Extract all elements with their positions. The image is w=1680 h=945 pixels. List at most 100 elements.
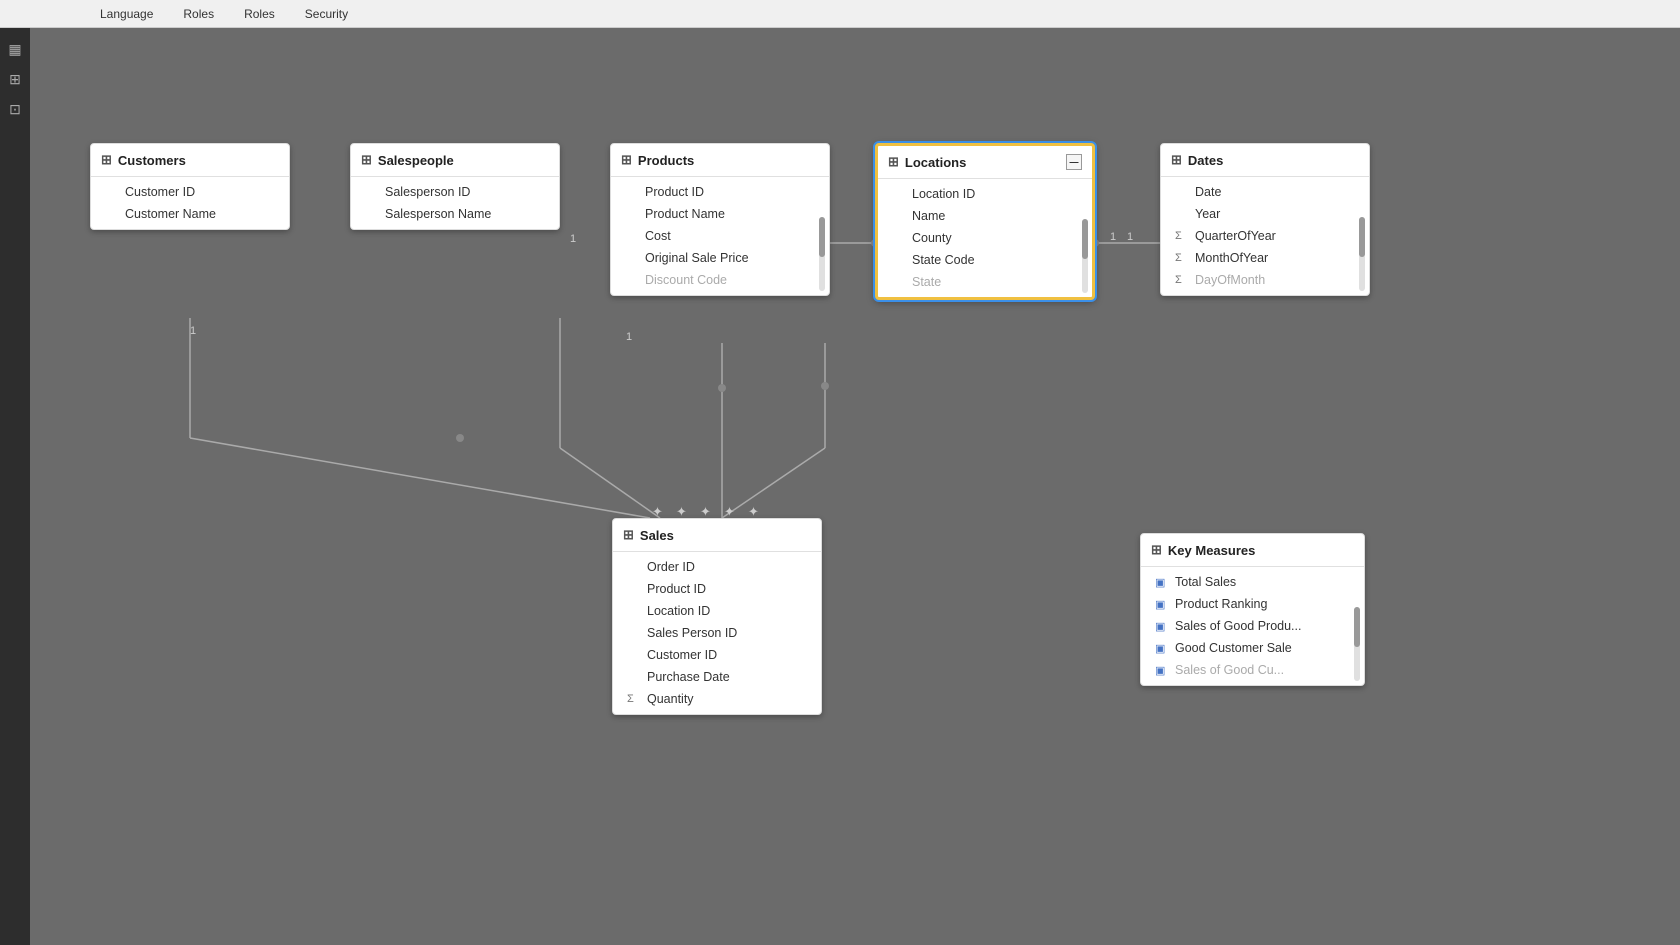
field-quarter-of-year[interactable]: Σ QuarterOfYear: [1161, 225, 1357, 247]
sales-icon: ⊞: [623, 527, 634, 543]
sidebar-icon-chart[interactable]: ▦: [4, 38, 26, 60]
svg-text:1: 1: [626, 331, 632, 343]
locations-icon: ⊞: [888, 154, 899, 170]
field-order-id[interactable]: Order ID: [613, 556, 821, 578]
table-sales[interactable]: ⊞ Sales Order ID Product ID Location ID …: [612, 518, 822, 715]
table-customers[interactable]: ⊞ Customers Customer ID Customer Name: [90, 143, 290, 230]
svg-text:1: 1: [570, 233, 576, 245]
customers-title: Customers: [118, 153, 186, 168]
sales-body: Order ID Product ID Location ID Sales Pe…: [613, 552, 821, 714]
products-icon: ⊞: [621, 152, 632, 168]
svg-text:1: 1: [1110, 231, 1116, 243]
day-icon: Σ: [1175, 274, 1189, 286]
field-sales-customer-id[interactable]: Customer ID: [613, 644, 821, 666]
products-scrollbar[interactable]: [819, 217, 825, 291]
salesperson-id-label: Salesperson ID: [385, 185, 470, 199]
field-month-of-year[interactable]: Σ MonthOfYear: [1161, 247, 1357, 269]
svg-text:1: 1: [1127, 231, 1133, 243]
table-key-measures[interactable]: ⊞ Key Measures ▣ Total Sales ▣ Product R…: [1140, 533, 1365, 686]
locations-body: Location ID Name County State Code State: [878, 179, 1092, 297]
field-sales-location-id[interactable]: Location ID: [613, 600, 821, 622]
top-bar-security[interactable]: Security: [305, 7, 348, 21]
sales-title: Sales: [640, 528, 674, 543]
dates-body: Date Year Σ QuarterOfYear Σ MonthOfYear …: [1161, 177, 1369, 295]
svg-text:✦: ✦: [676, 504, 687, 519]
top-bar-language[interactable]: Language: [100, 7, 153, 21]
key-measures-body: ▣ Total Sales ▣ Product Ranking ▣ Sales …: [1141, 567, 1364, 685]
salespeople-title: Salespeople: [378, 153, 454, 168]
key-measures-title: Key Measures: [1168, 543, 1255, 558]
month-icon: Σ: [1175, 252, 1189, 264]
dates-scrollbar[interactable]: [1359, 217, 1365, 291]
salespeople-body: Salesperson ID Salesperson Name: [351, 177, 559, 229]
salespeople-header: ⊞ Salespeople: [351, 144, 559, 177]
product-ranking-icon: ▣: [1155, 598, 1169, 611]
field-county[interactable]: County: [878, 227, 1080, 249]
field-state-code[interactable]: State Code: [878, 249, 1080, 271]
table-locations[interactable]: ⊞ Locations — Location ID Name County St…: [875, 143, 1095, 300]
sidebar-icon-model[interactable]: ⊡: [4, 98, 26, 120]
top-bar: Language Roles Roles Security: [0, 0, 1680, 28]
field-sales-good-product[interactable]: ▣ Sales of Good Produ...: [1141, 615, 1352, 637]
svg-text:✦: ✦: [724, 504, 735, 519]
dates-icon: ⊞: [1171, 152, 1182, 168]
field-salesperson-name[interactable]: Salesperson Name: [351, 203, 559, 225]
field-good-customer-sale[interactable]: ▣ Good Customer Sale: [1141, 637, 1352, 659]
field-sales-person-id[interactable]: Sales Person ID: [613, 622, 821, 644]
svg-text:✦: ✦: [652, 504, 663, 519]
quarter-icon: Σ: [1175, 230, 1189, 242]
table-dates[interactable]: ⊞ Dates Date Year Σ QuarterOfYear Σ Mont…: [1160, 143, 1370, 296]
products-body: Product ID Product Name Cost Original Sa…: [611, 177, 829, 295]
dates-title: Dates: [1188, 153, 1223, 168]
customer-id-label: Customer ID: [125, 185, 195, 199]
field-location-name[interactable]: Name: [878, 205, 1080, 227]
field-customer-name[interactable]: Customer Name: [91, 203, 289, 225]
left-sidebar: ▦ ⊞ ⊡: [0, 28, 30, 945]
field-year[interactable]: Year: [1161, 203, 1357, 225]
field-discount-code[interactable]: Discount Code: [611, 269, 817, 291]
field-quantity[interactable]: Σ Quantity: [613, 688, 821, 710]
products-title: Products: [638, 153, 694, 168]
field-product-ranking[interactable]: ▣ Product Ranking: [1141, 593, 1352, 615]
field-original-sale-price[interactable]: Original Sale Price: [611, 247, 817, 269]
field-sales-good-cu[interactable]: ▣ Sales of Good Cu...: [1141, 659, 1352, 681]
top-bar-roles-1[interactable]: Roles: [183, 7, 214, 21]
field-purchase-date[interactable]: Purchase Date: [613, 666, 821, 688]
locations-scrollbar[interactable]: [1082, 219, 1088, 293]
field-cost[interactable]: Cost: [611, 225, 817, 247]
customers-body: Customer ID Customer Name: [91, 177, 289, 229]
sales-good-cu-icon: ▣: [1155, 664, 1169, 677]
top-bar-roles-2[interactable]: Roles: [244, 7, 275, 21]
total-sales-icon: ▣: [1155, 576, 1169, 589]
table-salespeople[interactable]: ⊞ Salespeople Salesperson ID Salesperson…: [350, 143, 560, 230]
sales-header: ⊞ Sales: [613, 519, 821, 552]
good-customer-sale-icon: ▣: [1155, 642, 1169, 655]
field-state[interactable]: State: [878, 271, 1080, 293]
field-customer-id[interactable]: Customer ID: [91, 181, 289, 203]
locations-controls: —: [1066, 154, 1082, 170]
sidebar-icon-table[interactable]: ⊞: [4, 68, 26, 90]
locations-collapse-btn[interactable]: —: [1066, 154, 1082, 170]
locations-header: ⊞ Locations —: [878, 146, 1092, 179]
salesperson-name-label: Salesperson Name: [385, 207, 491, 221]
key-measures-header: ⊞ Key Measures: [1141, 534, 1364, 567]
key-measures-icon: ⊞: [1151, 542, 1162, 558]
field-sales-product-id[interactable]: Product ID: [613, 578, 821, 600]
field-salesperson-id[interactable]: Salesperson ID: [351, 181, 559, 203]
locations-title: Locations: [905, 155, 966, 170]
canvas: 1 1 1 1 1 ✦ ✦ ✦ ✦ ✦ ⊞ Customers: [30, 28, 1680, 945]
customers-header: ⊞ Customers: [91, 144, 289, 177]
field-location-id[interactable]: Location ID: [878, 183, 1080, 205]
field-product-name[interactable]: Product Name: [611, 203, 817, 225]
key-measures-scrollbar[interactable]: [1354, 607, 1360, 681]
svg-text:✦: ✦: [748, 504, 759, 519]
field-product-id[interactable]: Product ID: [611, 181, 817, 203]
svg-text:1: 1: [190, 325, 196, 337]
table-products[interactable]: ⊞ Products Product ID Product Name Cost …: [610, 143, 830, 296]
field-day-of-month[interactable]: Σ DayOfMonth: [1161, 269, 1357, 291]
dates-header: ⊞ Dates: [1161, 144, 1369, 177]
field-date[interactable]: Date: [1161, 181, 1357, 203]
quantity-icon: Σ: [627, 693, 641, 705]
field-total-sales[interactable]: ▣ Total Sales: [1141, 571, 1352, 593]
products-header: ⊞ Products: [611, 144, 829, 177]
